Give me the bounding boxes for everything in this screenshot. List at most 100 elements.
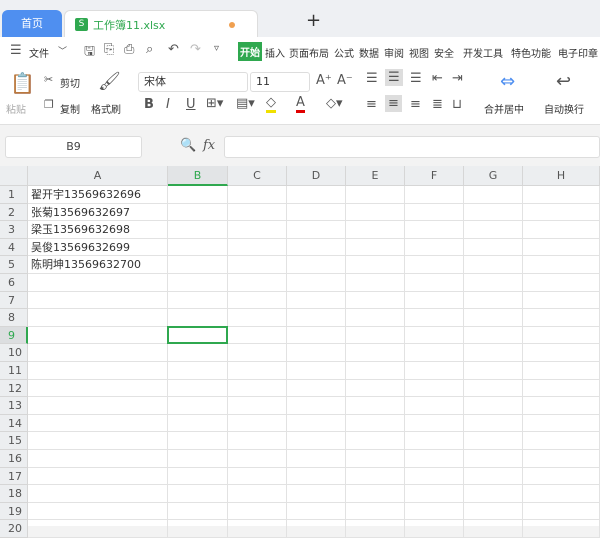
row-header-10[interactable]: 10: [0, 344, 28, 362]
cell-H4[interactable]: [523, 238, 600, 257]
clear-icon[interactable]: ◇▾: [326, 96, 343, 111]
cell-H17[interactable]: [523, 467, 600, 486]
cell-B15[interactable]: [168, 432, 228, 450]
cell-E9[interactable]: [346, 326, 405, 345]
cell-F19[interactable]: [405, 502, 464, 521]
align-middle-icon[interactable]: ☰: [385, 69, 403, 86]
cell-F2[interactable]: [405, 203, 464, 222]
cell-C10[interactable]: [228, 344, 287, 362]
row-header-15[interactable]: 15: [0, 432, 28, 450]
cell-A20[interactable]: [28, 520, 168, 538]
cell-D13[interactable]: [287, 397, 346, 415]
cell-G2[interactable]: [464, 203, 523, 222]
cell-C16[interactable]: [228, 450, 287, 468]
indent-decrease-icon[interactable]: ⇤: [432, 71, 443, 86]
cell-C4[interactable]: [228, 238, 287, 257]
cell-A4[interactable]: 吴俊13569632699: [28, 238, 168, 257]
cell-D3[interactable]: [287, 221, 346, 239]
cell-E17[interactable]: [346, 467, 405, 486]
cell-C15[interactable]: [228, 432, 287, 450]
paste-button[interactable]: 粘贴: [6, 101, 26, 116]
export-icon[interactable]: ⎘: [104, 42, 114, 57]
row-header-13[interactable]: 13: [0, 397, 28, 415]
column-header-B[interactable]: B: [168, 166, 228, 186]
cell-B5[interactable]: [168, 256, 228, 274]
column-header-C[interactable]: C: [228, 166, 287, 186]
cell-D19[interactable]: [287, 502, 346, 521]
cell-C7[interactable]: [228, 291, 287, 310]
align-right-icon[interactable]: ≡: [410, 97, 421, 112]
cell-E15[interactable]: [346, 432, 405, 450]
cell-G15[interactable]: [464, 432, 523, 450]
row-header-12[interactable]: 12: [0, 379, 28, 398]
distribute-icon[interactable]: ⊔: [452, 97, 462, 112]
cell-D10[interactable]: [287, 344, 346, 362]
cell-G20[interactable]: [464, 520, 523, 538]
cell-H10[interactable]: [523, 344, 600, 362]
column-header-H[interactable]: H: [523, 166, 600, 186]
hamburger-icon[interactable]: ☰: [10, 43, 22, 58]
cell-H11[interactable]: [523, 362, 600, 380]
copy-button[interactable]: 复制: [60, 101, 80, 116]
cell-A2[interactable]: 张菊13569632697: [28, 203, 168, 222]
cell-F20[interactable]: [405, 520, 464, 538]
cell-C19[interactable]: [228, 502, 287, 521]
cell-A15[interactable]: [28, 432, 168, 450]
cell-A17[interactable]: [28, 467, 168, 486]
cell-B13[interactable]: [168, 397, 228, 415]
row-header-6[interactable]: 6: [0, 274, 28, 292]
more-dropdown-icon[interactable]: ▿: [214, 43, 219, 54]
cell-G10[interactable]: [464, 344, 523, 362]
cell-G8[interactable]: [464, 309, 523, 327]
formula-input[interactable]: [224, 136, 600, 158]
cell-C17[interactable]: [228, 467, 287, 486]
cell-A19[interactable]: [28, 502, 168, 521]
cell-G16[interactable]: [464, 450, 523, 468]
cell-F7[interactable]: [405, 291, 464, 310]
cell-D15[interactable]: [287, 432, 346, 450]
row-header-17[interactable]: 17: [0, 467, 28, 486]
cell-H18[interactable]: [523, 485, 600, 503]
row-header-3[interactable]: 3: [0, 221, 28, 239]
cell-C13[interactable]: [228, 397, 287, 415]
row-header-11[interactable]: 11: [0, 362, 28, 380]
menu-tab-page-layout[interactable]: 页面布局: [289, 45, 329, 60]
cell-C9[interactable]: [228, 326, 287, 345]
select-all-corner[interactable]: [0, 166, 28, 186]
cell-E20[interactable]: [346, 520, 405, 538]
cell-B16[interactable]: [168, 450, 228, 468]
cell-B14[interactable]: [168, 414, 228, 433]
cell-E12[interactable]: [346, 379, 405, 398]
cell-G19[interactable]: [464, 502, 523, 521]
cell-H5[interactable]: [523, 256, 600, 274]
cell-B8[interactable]: [168, 309, 228, 327]
cell-G3[interactable]: [464, 221, 523, 239]
cell-C3[interactable]: [228, 221, 287, 239]
name-box[interactable]: B9: [5, 136, 142, 158]
cell-D18[interactable]: [287, 485, 346, 503]
cell-F13[interactable]: [405, 397, 464, 415]
row-header-19[interactable]: 19: [0, 502, 28, 521]
zoom-formula-icon[interactable]: 🔍: [180, 138, 196, 153]
cell-F18[interactable]: [405, 485, 464, 503]
bold-button[interactable]: B: [144, 97, 154, 112]
menu-tab-home[interactable]: 开始: [238, 42, 262, 61]
cell-H6[interactable]: [523, 274, 600, 292]
cell-C18[interactable]: [228, 485, 287, 503]
cell-A8[interactable]: [28, 309, 168, 327]
cell-F11[interactable]: [405, 362, 464, 380]
font-color-icon[interactable]: A: [296, 96, 305, 113]
cell-F9[interactable]: [405, 326, 464, 345]
cell-B7[interactable]: [168, 291, 228, 310]
cell-A18[interactable]: [28, 485, 168, 503]
cell-B12[interactable]: [168, 379, 228, 398]
cell-D5[interactable]: [287, 256, 346, 274]
underline-button[interactable]: U: [186, 97, 196, 112]
cell-G17[interactable]: [464, 467, 523, 486]
cell-G11[interactable]: [464, 362, 523, 380]
cell-A16[interactable]: [28, 450, 168, 468]
cell-H2[interactable]: [523, 203, 600, 222]
cut-button[interactable]: 剪切: [60, 75, 80, 90]
paste-icon[interactable]: 📋: [10, 71, 35, 95]
column-header-F[interactable]: F: [405, 166, 464, 186]
